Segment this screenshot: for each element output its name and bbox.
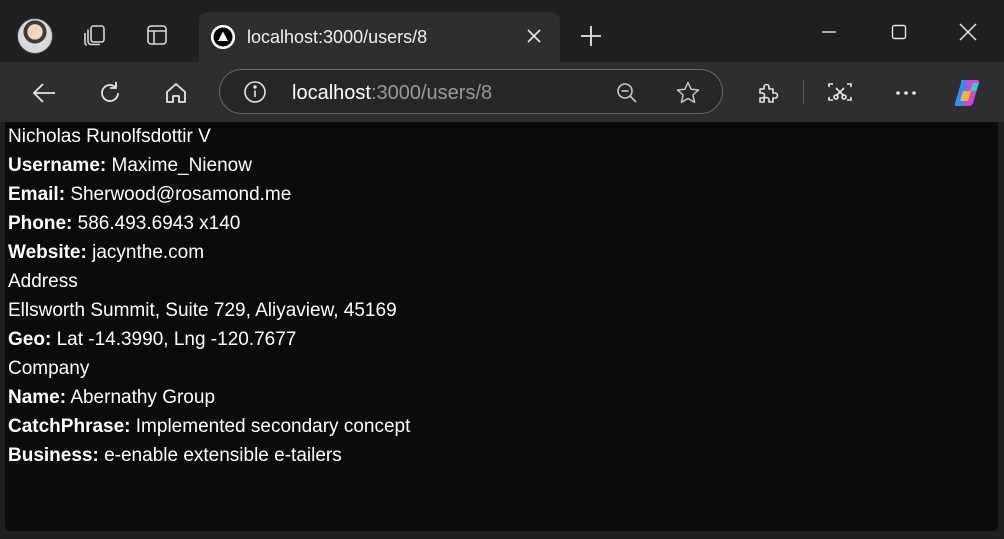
business-label: Business: (8, 445, 99, 466)
business-row: Business: e-enable extensible e-tailers (8, 442, 410, 471)
geo-row: Geo: Lat -14.3990, Lng -120.7677 (8, 326, 410, 355)
company-heading: Company (8, 358, 90, 379)
catchphrase-value: Implemented secondary concept (135, 416, 411, 437)
maximize-icon (891, 24, 907, 40)
website-value: jacynthe.com (92, 242, 205, 263)
puzzle-icon (759, 83, 779, 103)
phone-label: Phone: (8, 213, 73, 234)
company-name-value: Abernathy Group (70, 387, 216, 408)
email-row: Email: Sherwood@rosamond.me (8, 181, 410, 210)
more-icon (896, 91, 916, 95)
company-name-row: Name: Abernathy Group (8, 384, 410, 413)
zoom-out-icon[interactable] (614, 80, 640, 106)
back-button[interactable] (27, 76, 61, 110)
refresh-button[interactable] (93, 76, 127, 110)
plus-icon (581, 26, 601, 46)
refresh-icon (101, 82, 119, 102)
close-icon[interactable] (522, 24, 546, 48)
address-path: :3000/users/8 (370, 82, 493, 104)
vertical-tabs-icon[interactable] (142, 20, 172, 50)
copilot-button[interactable] (951, 76, 985, 110)
user-name: Nicholas Runolfsdottir V (8, 126, 211, 147)
tab-strip: localhost:3000/users/8 (0, 0, 1004, 62)
geo-value: Lat -14.3990, Lng -120.7677 (56, 329, 297, 350)
address-heading: Address (8, 271, 78, 292)
workspaces-icon[interactable] (80, 20, 110, 50)
home-icon (166, 83, 186, 103)
page-viewport: Nicholas Runolfsdottir V Username: Maxim… (5, 122, 998, 531)
user-detail: Nicholas Runolfsdottir V Username: Maxim… (8, 123, 410, 471)
star-icon[interactable] (674, 80, 702, 106)
tab-active[interactable]: localhost:3000/users/8 (199, 12, 560, 62)
minimize-icon (822, 31, 836, 33)
business-value: e-enable extensible e-tailers (104, 445, 342, 466)
address-bar[interactable]: localhost:3000/users/8 (219, 69, 723, 114)
copilot-icon (954, 80, 980, 106)
catchphrase-row: CatchPhrase: Implemented secondary conce… (8, 413, 410, 442)
tab-title: localhost:3000/users/8 (247, 27, 428, 47)
home-button[interactable] (159, 76, 193, 110)
back-arrow-icon (32, 83, 55, 103)
address-url[interactable]: localhost:3000/users/8 (292, 81, 492, 105)
browser-window: localhost:3000/users/8 localhost:3000/us… (0, 0, 1004, 539)
phone-row: Phone: 586.493.6943 x140 (8, 210, 410, 239)
email-label: Email: (8, 184, 66, 205)
maximize-button[interactable] (879, 12, 919, 52)
catchphrase-label: CatchPhrase: (8, 416, 131, 437)
company-name-label: Name: (8, 387, 67, 408)
profile-avatar[interactable] (17, 18, 53, 54)
more-button[interactable] (889, 76, 923, 110)
address-host: localhost (292, 82, 371, 104)
info-icon[interactable] (242, 79, 268, 105)
email-value: Sherwood@rosamond.me (70, 184, 292, 205)
minimize-button[interactable] (809, 12, 849, 52)
address-value: Ellsworth Summit, Suite 729, Aliyaview, … (8, 300, 397, 321)
screenshot-button[interactable] (823, 76, 857, 110)
username-row: Username: Maxime_Nienow (8, 152, 410, 181)
toolbar-divider (803, 80, 804, 104)
window-close-icon (959, 23, 977, 41)
website-label: Website: (8, 242, 87, 263)
phone-value: 586.493.6943 x140 (77, 213, 241, 234)
triangle-favicon-icon (211, 25, 235, 49)
username-value: Maxime_Nienow (111, 155, 252, 176)
window-close-button[interactable] (948, 12, 988, 52)
username-label: Username: (8, 155, 107, 176)
geo-label: Geo: (8, 329, 52, 350)
new-tab-button[interactable] (575, 20, 607, 52)
screenshot-icon (828, 83, 852, 101)
extensions-button[interactable] (751, 76, 785, 110)
website-row: Website: jacynthe.com (8, 239, 410, 268)
browser-toolbar: localhost:3000/users/8 (0, 62, 1004, 122)
